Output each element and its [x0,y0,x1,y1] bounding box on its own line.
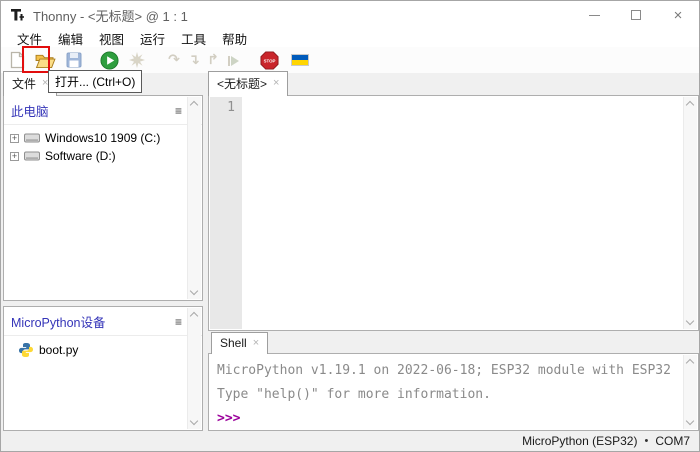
tree-row-drive-c[interactable]: + Windows10 1909 (C:) [8,129,200,147]
minimize-button[interactable] [573,1,615,29]
shell-scrollbar[interactable] [683,355,697,429]
menu-edit[interactable]: 编辑 [50,29,91,48]
device-scrollbar[interactable] [187,308,201,429]
expand-icon[interactable]: + [10,152,19,161]
tab-shell-label: Shell [220,336,247,350]
shell-output[interactable]: MicroPython v1.19.1 on 2022-06-18; ESP32… [208,353,699,431]
tree-row-bootpy[interactable]: boot.py [8,340,200,360]
step-out-button[interactable]: ↱ [205,48,221,72]
maximize-button[interactable] [615,1,657,29]
close-icon: × [674,8,683,23]
menu-file[interactable]: 文件 [9,29,50,48]
device-panel-title: MicroPython设备 [11,312,105,331]
main-area: 文件 × 此电脑 ≡ + Windows1 [1,73,699,433]
shell-line: Type "help()" for more information. [217,383,698,407]
debug-icon [129,52,145,68]
device-panel-header: MicroPython设备 ≡ [4,307,202,336]
resume-icon [228,53,239,67]
run-icon [100,51,119,70]
shell-prompt: >>> [217,407,698,431]
status-port[interactable]: COM7 [655,434,690,448]
step-over-button[interactable]: ↷ [165,48,183,72]
svg-text:STOP: STOP [263,58,275,63]
thonny-logo-icon [10,8,26,23]
line-number-gutter: 1 [210,97,242,329]
thonny-window: Thonny - <无标题> @ 1 : 1 × 文件 编辑 视图 运行 工具 … [0,0,700,452]
scroll-up-icon[interactable] [686,359,694,367]
code-editor[interactable]: 1 [208,95,699,331]
files-menu-icon[interactable]: ≡ [175,105,182,117]
close-button[interactable]: × [657,1,699,29]
device-tree: boot.py [4,336,202,362]
tab-untitled[interactable]: <无标题> × [208,71,288,96]
shell-tab-row: Shell × [208,331,268,353]
menu-bar: 文件 编辑 视图 运行 工具 帮助 [1,29,699,47]
scroll-up-icon[interactable] [686,101,694,109]
tab-untitled-label: <无标题> [217,75,267,92]
step-out-icon: ↱ [207,52,219,68]
maximize-icon [631,10,641,20]
shell-line: MicroPython v1.19.1 on 2022-06-18; ESP32… [217,359,698,383]
stop-icon: STOP [260,51,279,70]
tab-shell-close-icon[interactable]: × [253,338,259,349]
files-panel: 此电脑 ≡ + Windows10 1909 (C:) + [3,95,203,301]
minimize-icon [589,15,600,16]
step-into-icon: ↴ [188,52,200,68]
expand-icon[interactable]: + [10,134,19,143]
status-separator: • [644,435,648,447]
language-flag-button[interactable] [289,48,311,72]
open-file-button[interactable] [33,48,57,72]
menu-view[interactable]: 视图 [91,29,132,48]
device-file-label: boot.py [39,343,78,357]
tab-untitled-close-icon[interactable]: × [273,78,279,89]
window-title: Thonny - <无标题> @ 1 : 1 [33,6,188,25]
drive-label: Windows10 1909 (C:) [45,131,160,145]
resume-button[interactable] [224,48,242,72]
tab-files-label: 文件 [12,75,36,92]
files-scrollbar[interactable] [187,97,201,299]
editor-tab-row: <无标题> × [208,73,288,95]
step-into-button[interactable]: ↴ [186,48,202,72]
scroll-up-icon[interactable] [190,312,198,320]
device-panel: MicroPython设备 ≡ boot.py [3,306,203,431]
left-sidebar: 文件 × 此电脑 ≡ + Windows1 [3,73,203,433]
drive-label: Software (D:) [45,149,116,163]
tree-row-drive-d[interactable]: + Software (D:) [8,147,200,165]
tab-shell[interactable]: Shell × [211,332,268,354]
files-panel-title: 此电脑 [11,101,49,120]
scroll-up-icon[interactable] [190,101,198,109]
drive-icon [24,150,40,162]
new-file-icon [10,51,25,69]
status-backend[interactable]: MicroPython (ESP32) [522,434,637,448]
new-file-button[interactable] [7,48,27,72]
status-bar: MicroPython (ESP32) • COM7 [1,431,699,451]
drive-icon [24,132,40,144]
menu-run[interactable]: 运行 [132,29,173,48]
run-button[interactable] [98,48,120,72]
line-number: 1 [227,100,235,115]
menu-tools[interactable]: 工具 [173,29,214,48]
save-button[interactable] [64,48,84,72]
step-over-icon: ↷ [168,52,180,68]
editor-scrollbar[interactable] [683,97,697,329]
scroll-down-icon[interactable] [190,287,198,295]
open-tooltip: 打开... (Ctrl+O) [48,70,142,93]
stop-button[interactable]: STOP [258,48,280,72]
scroll-down-icon[interactable] [190,417,198,425]
python-file-icon [18,342,34,358]
scroll-down-icon[interactable] [686,317,694,325]
files-tree: + Windows10 1909 (C:) + Softwa [4,125,202,167]
device-menu-icon[interactable]: ≡ [175,316,182,328]
editor-column: <无标题> × 1 Shell × [208,73,699,433]
debug-button[interactable] [127,48,147,72]
save-icon [66,52,82,68]
title-bar: Thonny - <无标题> @ 1 : 1 × [1,1,699,29]
menu-help[interactable]: 帮助 [214,29,255,48]
files-panel-header: 此电脑 ≡ [4,96,202,125]
scroll-down-icon[interactable] [686,417,694,425]
open-folder-icon [35,52,56,69]
ukraine-flag-icon [291,54,309,66]
